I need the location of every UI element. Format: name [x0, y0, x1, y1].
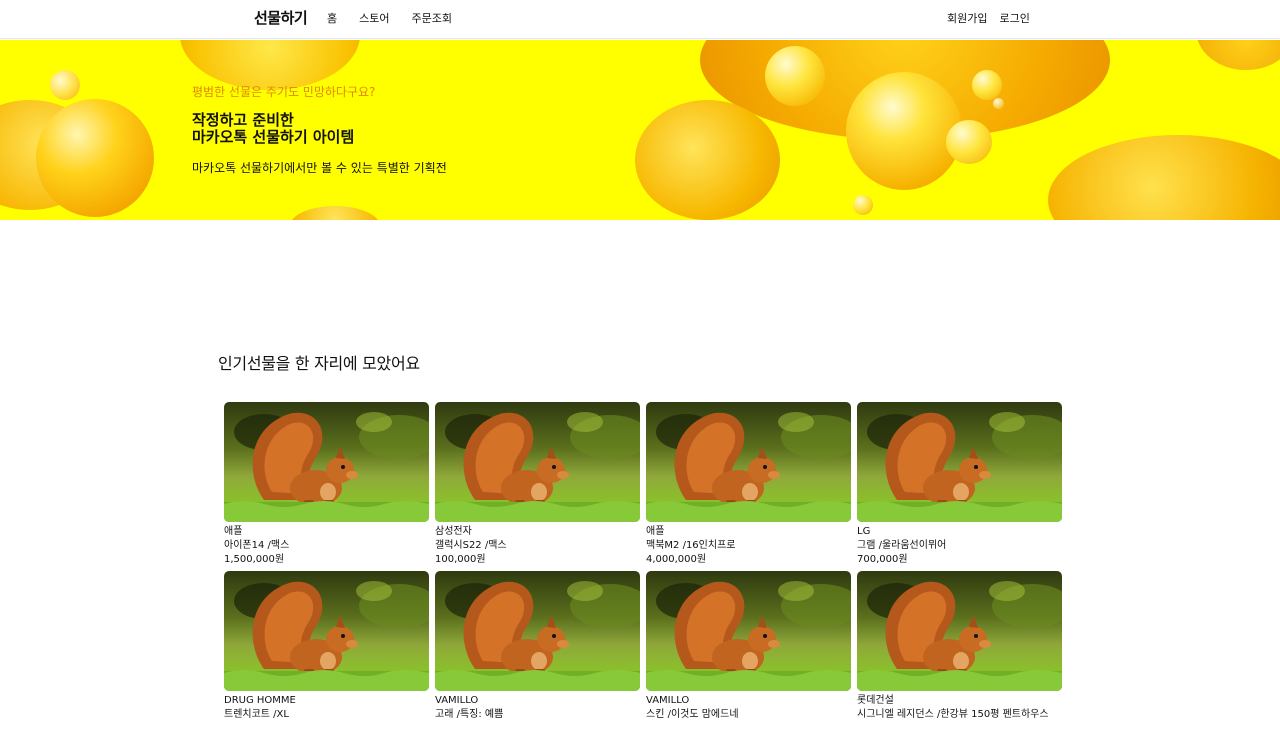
product-grid: 애플 아이폰14 /맥스 1,500,000원 삼성전자 갤럭시S22 /맥스 … [224, 402, 1064, 734]
product-image [857, 571, 1062, 691]
bubble-decoration [765, 46, 825, 106]
bubble-decoration [290, 206, 380, 220]
product-image [646, 402, 851, 522]
signup-link[interactable]: 회원가입 [947, 10, 987, 26]
product-image [435, 571, 640, 691]
product-price: 700,000원 [857, 554, 908, 565]
bubble-decoration [1196, 40, 1280, 70]
product-price: 100,000원 [435, 554, 486, 565]
hero-subtitle: 마카오톡 선물하기에서만 볼 수 있는 특별한 기획전 [192, 161, 447, 175]
nav-store-link[interactable]: 스토어 [359, 10, 389, 26]
bubble-decoration [1048, 135, 1280, 220]
squirrel-illustration [646, 412, 851, 522]
product-image [435, 402, 640, 522]
auth-links: 회원가입 로그인 [947, 10, 1030, 26]
bubble-decoration [972, 70, 1002, 100]
product-brand: VAMILLO [646, 695, 690, 706]
product-card[interactable]: VAMILLO 스킨 /이것도 맘에드네 [646, 571, 851, 734]
product-info: VAMILLO 고래 /특징: 예쁨 [435, 694, 640, 722]
top-nav: 선물하기 홈 스토어 주문조회 회원가입 로그인 [0, 0, 1280, 39]
product-name: 맥북M2 /16인치프로 [646, 540, 736, 551]
squirrel-illustration [224, 412, 429, 522]
bubble-decoration [50, 70, 80, 100]
hero-headline: 작정하고 준비한 마카오톡 선물하기 아이템 [192, 112, 354, 146]
product-card[interactable]: DRUG HOMME 트렌치코트 /XL [224, 571, 429, 734]
product-card[interactable]: 애플 맥북M2 /16인치프로 4,000,000원 [646, 402, 851, 565]
product-brand: 애플 [646, 526, 665, 537]
product-price: 4,000,000원 [646, 554, 707, 565]
product-brand: 애플 [224, 526, 243, 537]
bubble-decoration [993, 98, 1004, 109]
hero-headline-line2: 마카오톡 선물하기 아이템 [192, 128, 355, 146]
product-image [646, 571, 851, 691]
product-info: 애플 맥북M2 /16인치프로 4,000,000원 [646, 525, 851, 567]
hero-banner[interactable]: 평범한 선물은 주기도 민망하다구요? 작정하고 준비한 마카오톡 선물하기 아… [0, 40, 1280, 220]
product-info: VAMILLO 스킨 /이것도 맘에드네 [646, 694, 851, 722]
product-image [224, 402, 429, 522]
product-card[interactable]: 애플 아이폰14 /맥스 1,500,000원 [224, 402, 429, 565]
bubble-decoration [853, 195, 873, 215]
product-info: 롯데건설 시그니엘 레지던스 /한강뷰 150평 펜트하우스 [857, 694, 1062, 722]
product-name: 아이폰14 /맥스 [224, 540, 290, 551]
product-card[interactable]: 롯데건설 시그니엘 레지던스 /한강뷰 150평 펜트하우스 [857, 571, 1062, 734]
product-card[interactable]: LG 그램 /울라움선이뮈어 700,000원 [857, 402, 1062, 565]
squirrel-illustration [435, 412, 640, 522]
nav-home-link[interactable]: 홈 [327, 10, 337, 26]
main-menu: 홈 스토어 주문조회 [327, 10, 452, 26]
product-brand: 삼성전자 [435, 526, 472, 537]
nav-order-lookup-link[interactable]: 주문조회 [412, 10, 452, 26]
product-info: DRUG HOMME 트렌치코트 /XL [224, 694, 429, 722]
product-price: 1,500,000원 [224, 554, 285, 565]
squirrel-illustration [857, 581, 1062, 691]
bubble-decoration [846, 72, 962, 190]
hero-headline-line1: 작정하고 준비한 [192, 111, 294, 129]
product-name: 갤럭시S22 /맥스 [435, 540, 507, 551]
bubble-decoration [36, 99, 154, 217]
product-info: 애플 아이폰14 /맥스 1,500,000원 [224, 525, 429, 567]
product-image [857, 402, 1062, 522]
squirrel-illustration [857, 412, 1062, 522]
bubble-decoration [635, 100, 780, 220]
product-image [224, 571, 429, 691]
product-card[interactable]: VAMILLO 고래 /특징: 예쁨 [435, 571, 640, 734]
brand-logo[interactable]: 선물하기 [254, 7, 308, 28]
product-brand: VAMILLO [435, 695, 479, 706]
product-brand: 롯데건설 [857, 695, 894, 706]
product-brand: DRUG HOMME [224, 695, 296, 706]
product-brand: LG [857, 526, 871, 537]
squirrel-illustration [646, 581, 851, 691]
login-link[interactable]: 로그인 [999, 10, 1029, 26]
product-name: 그램 /울라움선이뮈어 [857, 540, 947, 551]
product-info: 삼성전자 갤럭시S22 /맥스 100,000원 [435, 525, 640, 567]
section-title: 인기선물을 한 자리에 모았어요 [218, 354, 420, 373]
hero-eyebrow: 평범한 선물은 주기도 민망하다구요? [192, 85, 376, 99]
product-info: LG 그램 /울라움선이뮈어 700,000원 [857, 525, 1062, 567]
product-card[interactable]: 삼성전자 갤럭시S22 /맥스 100,000원 [435, 402, 640, 565]
squirrel-illustration [224, 581, 429, 691]
squirrel-illustration [435, 581, 640, 691]
bubble-decoration [946, 120, 992, 164]
